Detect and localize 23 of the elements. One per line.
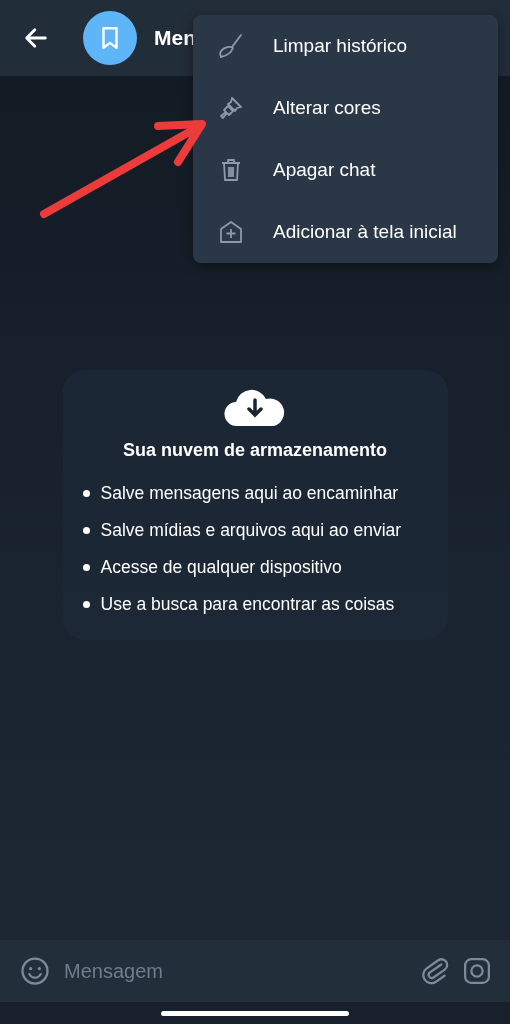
message-field[interactable]: Mensagem [62,958,368,984]
feature-text: Use a busca para encontrar as coisas [100,594,395,615]
broom-icon [217,32,245,60]
bullet-icon [82,490,90,497]
home-add-icon [217,218,245,246]
card-title: Sua nuvem de armazenamento [122,440,388,461]
feature-text: Salve mídias e arquivos aqui ao enviar [100,520,402,541]
bookmark-avatar[interactable] [83,11,137,65]
bullet-icon [82,601,90,608]
menu-item[interactable]: Apagar chat [193,139,498,201]
menu-item[interactable]: Limpar histórico [193,15,498,77]
cloud-download-icon [223,388,287,428]
camera-icon[interactable] [462,956,492,986]
menu-item[interactable]: Adicionar à tela inicial [193,201,498,263]
feature-text: Acesse de qualquer dispositivo [100,557,342,578]
emoji-icon[interactable] [20,956,50,986]
paperclip-icon[interactable] [420,956,450,986]
bullet-icon [82,527,90,534]
feature-text: Salve mensagens aqui ao encaminhar [100,483,399,504]
menu-item[interactable]: Alterar cores [193,77,498,139]
home-indicator[interactable] [161,1010,349,1016]
bullet-icon [82,564,90,571]
paintbrush-icon [217,94,245,122]
